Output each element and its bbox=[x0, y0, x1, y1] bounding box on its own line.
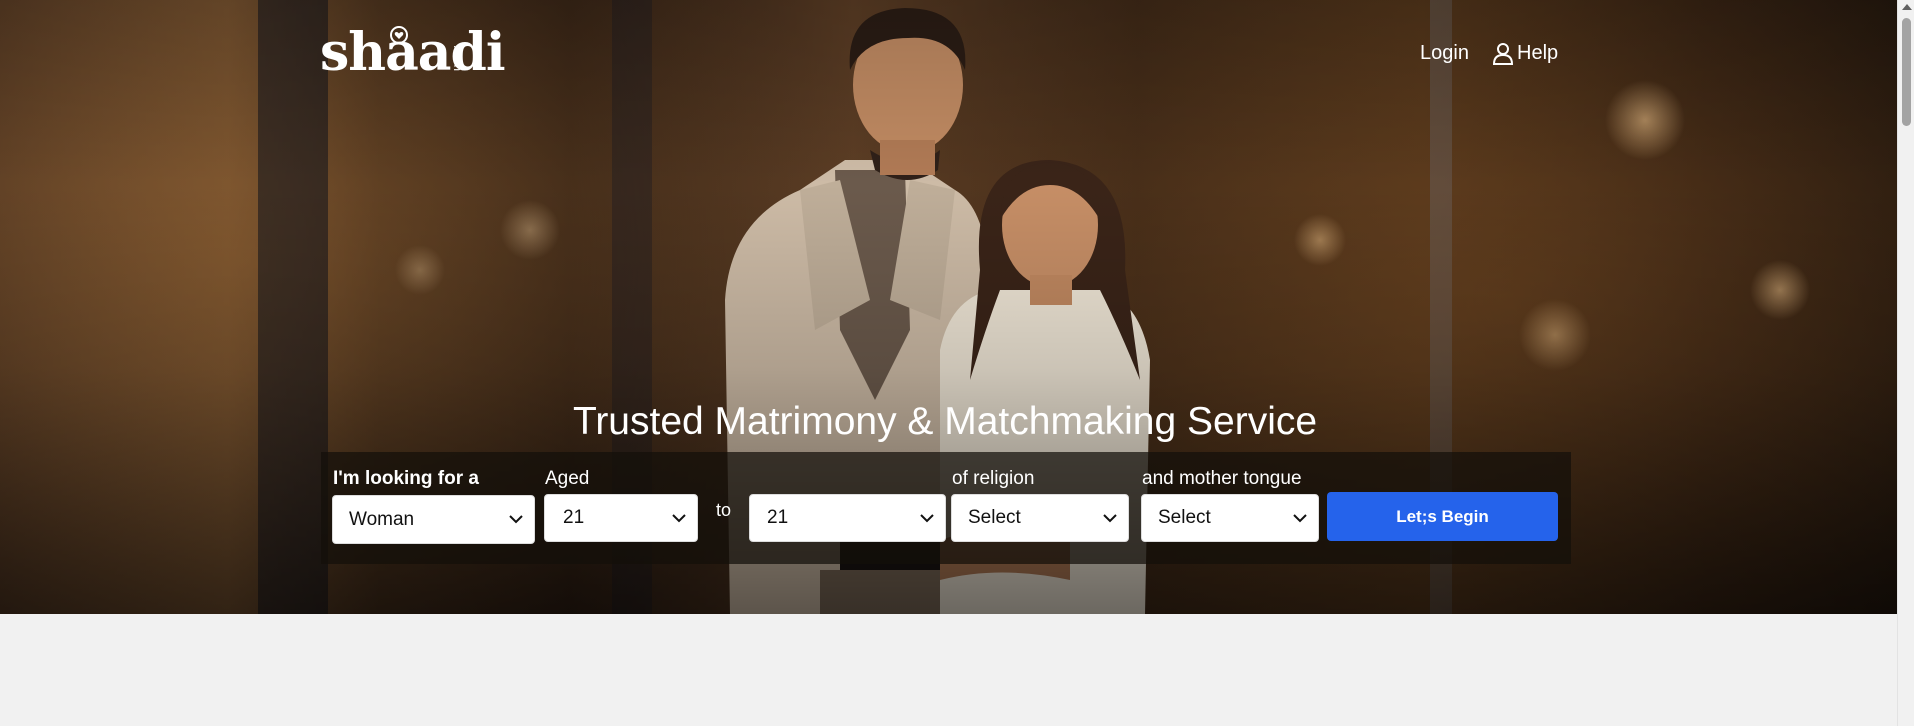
chevron-down-icon bbox=[672, 514, 686, 523]
logo-suffix: .com bbox=[451, 45, 465, 72]
chevron-down-icon bbox=[1293, 514, 1307, 523]
mother-tongue-select[interactable]: Select bbox=[1141, 494, 1319, 542]
looking-for-select[interactable]: Woman bbox=[332, 495, 535, 544]
age-to-value: 21 bbox=[767, 507, 789, 528]
logo[interactable]: shaadi bbox=[320, 22, 506, 83]
lets-begin-button[interactable]: Let;s Begin bbox=[1327, 492, 1558, 541]
page-scrollbar[interactable] bbox=[1897, 0, 1914, 726]
user-icon bbox=[1493, 42, 1513, 65]
looking-for-label: I'm looking for a bbox=[333, 468, 479, 489]
to-label: to bbox=[716, 500, 732, 520]
aged-label: Aged bbox=[545, 468, 590, 489]
chevron-down-icon bbox=[920, 514, 934, 523]
mother-tongue-label: and mother tongue bbox=[1142, 468, 1302, 489]
login-link[interactable]: Login bbox=[1420, 42, 1469, 65]
religion-value: Select bbox=[968, 507, 1021, 528]
chevron-down-icon bbox=[509, 515, 523, 524]
chevron-down-icon bbox=[1103, 514, 1117, 523]
scroll-thumb[interactable] bbox=[1902, 18, 1911, 126]
heart-icon bbox=[390, 26, 408, 44]
age-to-select[interactable]: 21 bbox=[749, 494, 946, 542]
hero-title: Trusted Matrimony & Matchmaking Service bbox=[572, 400, 1318, 443]
religion-label: of religion bbox=[952, 468, 1035, 489]
religion-select[interactable]: Select bbox=[951, 494, 1129, 542]
age-from-select[interactable]: 21 bbox=[544, 494, 698, 542]
age-from-value: 21 bbox=[563, 507, 585, 528]
scroll-up-arrow[interactable] bbox=[1902, 4, 1912, 10]
help-link[interactable]: Help bbox=[1493, 42, 1558, 65]
help-label: Help bbox=[1517, 42, 1559, 64]
mother-tongue-value: Select bbox=[1158, 507, 1211, 528]
looking-for-value: Woman bbox=[349, 508, 415, 530]
